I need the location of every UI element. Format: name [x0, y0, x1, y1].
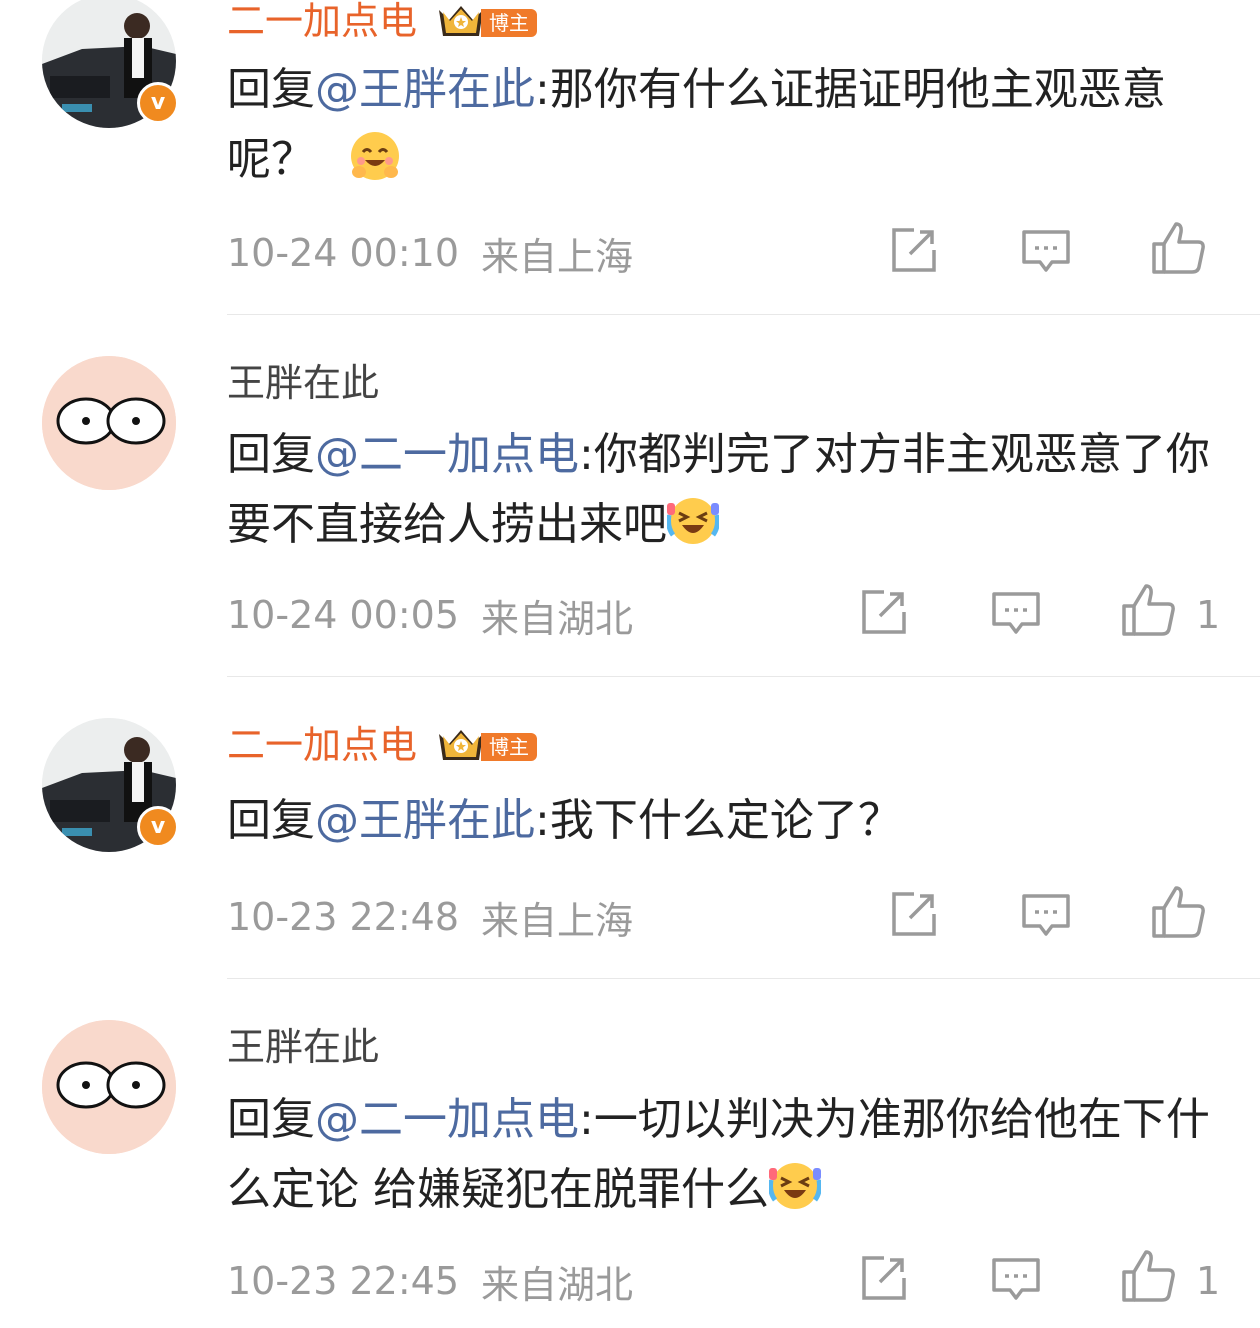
divider — [227, 314, 1260, 315]
blogger-badge: 博主 — [435, 0, 538, 42]
comment-body: :我下什么定论了？ — [535, 795, 902, 846]
reply-prefix: 回复 — [227, 64, 315, 115]
avatar[interactable]: v — [42, 718, 179, 852]
share-icon[interactable] — [886, 222, 942, 278]
mention-link[interactable]: @二一加点电 — [315, 1094, 579, 1145]
comment-location: 来自上海 — [481, 234, 634, 279]
cartoon-eyes-icon — [42, 356, 176, 490]
reply-prefix: 回复 — [227, 429, 315, 480]
share-icon[interactable] — [886, 886, 942, 942]
blogger-badge: 博主 — [435, 724, 538, 766]
comment-text: 回复@二一加点电:一切以判决为准那你给他在下什么定论 给嫌疑犯在脱罪什么 — [227, 1085, 1217, 1225]
comment-location: 来自湖北 — [481, 1262, 634, 1307]
comment-text: 回复@王胖在此:那你有什么证据证明他主观恶意呢？ — [227, 55, 1217, 195]
author-name[interactable]: 王胖在此 — [227, 358, 379, 408]
badge-label: 博主 — [481, 9, 538, 37]
laugh-cry-emoji — [769, 1163, 821, 1209]
author-name[interactable]: 二一加点电 — [227, 0, 417, 46]
comment-time: 10-23 22:45 — [227, 1259, 460, 1303]
divider — [227, 676, 1260, 677]
like-icon[interactable] — [1150, 220, 1206, 276]
crown-icon — [439, 6, 484, 36]
verified-icon: v — [137, 806, 179, 848]
comment-time: 10-24 00:10 — [227, 231, 460, 275]
mention-link[interactable]: @王胖在此 — [315, 64, 535, 115]
avatar[interactable] — [42, 356, 176, 490]
like-icon[interactable] — [1150, 884, 1206, 940]
avatar[interactable] — [42, 1020, 176, 1154]
comment-icon[interactable] — [1018, 886, 1074, 942]
share-icon[interactable] — [856, 1250, 912, 1306]
reply-prefix: 回复 — [227, 795, 315, 846]
comment-text: 回复@二一加点电:你都判完了对方非主观恶意了你要不直接给人捞出来吧 — [227, 420, 1217, 560]
like-count: 1 — [1196, 1259, 1221, 1303]
comment-icon[interactable] — [988, 1250, 1044, 1306]
mention-link[interactable]: @王胖在此 — [315, 795, 535, 846]
grin-blush-emoji — [351, 132, 399, 180]
comment-icon[interactable] — [988, 584, 1044, 640]
comment-text: 回复@王胖在此:我下什么定论了？ — [227, 786, 1217, 856]
author-name[interactable]: 二一加点电 — [227, 720, 417, 770]
comment-location: 来自上海 — [481, 898, 634, 943]
reply-prefix: 回复 — [227, 1094, 315, 1145]
cartoon-eyes-icon — [42, 1020, 176, 1154]
like-icon[interactable] — [1120, 1248, 1176, 1304]
verified-icon: v — [137, 82, 179, 124]
crown-icon — [439, 730, 484, 760]
avatar[interactable]: v — [42, 0, 179, 128]
comment-location: 来自湖北 — [481, 596, 634, 641]
mention-link[interactable]: @二一加点电 — [315, 429, 579, 480]
badge-label: 博主 — [481, 733, 538, 761]
like-count: 1 — [1196, 593, 1221, 637]
divider — [227, 978, 1260, 979]
comment-time: 10-24 00:05 — [227, 593, 460, 637]
author-name[interactable]: 王胖在此 — [227, 1022, 379, 1072]
laugh-cry-emoji — [667, 498, 719, 544]
like-icon[interactable] — [1120, 582, 1176, 638]
share-icon[interactable] — [856, 584, 912, 640]
comment-time: 10-23 22:48 — [227, 895, 460, 939]
comment-icon[interactable] — [1018, 222, 1074, 278]
